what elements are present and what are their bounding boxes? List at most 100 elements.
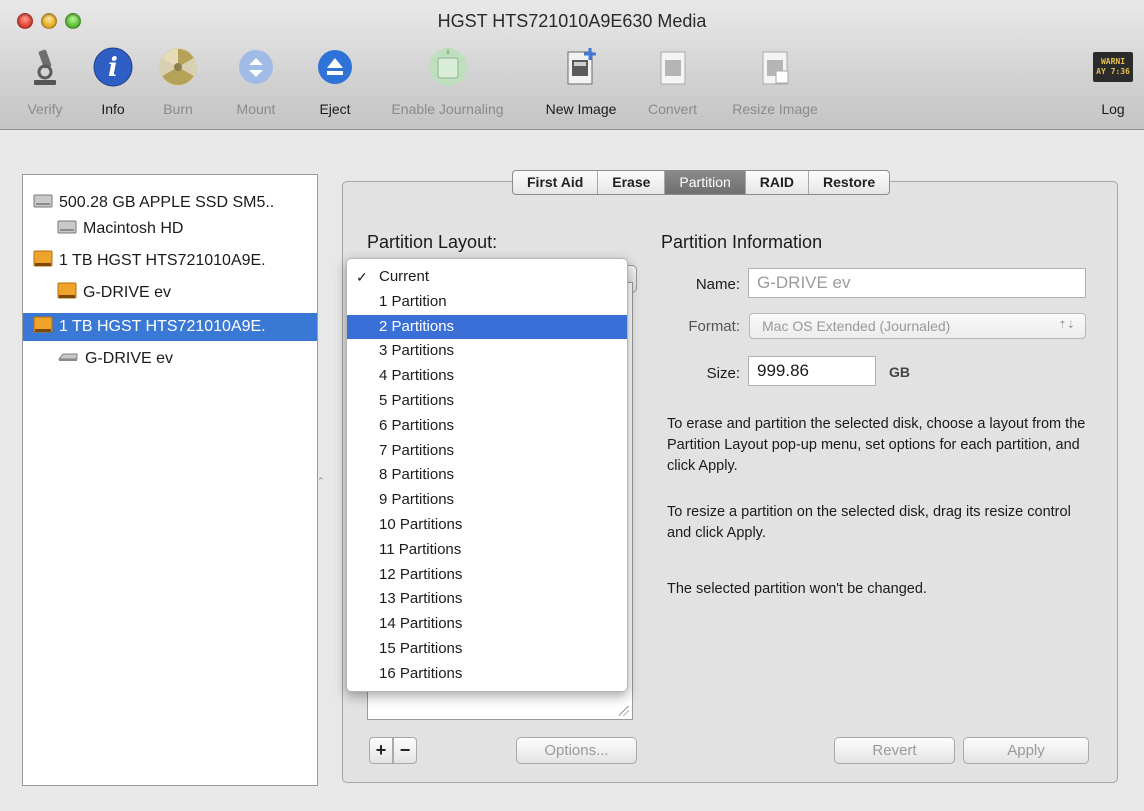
mount-tool-button[interactable]: Mount bbox=[226, 46, 286, 126]
resize-instructions: To resize a partition on the selected di… bbox=[667, 504, 1071, 541]
tab-raid[interactable]: RAID bbox=[746, 171, 810, 194]
eject-label: Eject bbox=[319, 101, 351, 117]
convert-icon bbox=[652, 46, 694, 88]
partition-info-title: Partition Information bbox=[661, 232, 823, 252]
sidebar-item-label: 1 TB HGST HTS721010A9E. bbox=[59, 252, 266, 269]
volume-orange-icon bbox=[57, 282, 77, 305]
unmounted-volume-icon bbox=[57, 350, 79, 368]
external-disk-icon bbox=[33, 250, 53, 273]
sidebar-item-apple-ssd[interactable]: 500.28 GB APPLE SSD SM5.. bbox=[23, 189, 317, 217]
enable-journaling-tool-button[interactable]: Enable Journaling bbox=[375, 46, 520, 126]
info-icon: i bbox=[92, 46, 134, 88]
menu-item-14-partitions[interactable]: 14 Partitions bbox=[347, 612, 627, 637]
disk-utility-window: HGST HTS721010A9E630 Media Verify i Info bbox=[0, 0, 1144, 811]
sidebar-item-g-drive-2[interactable]: G-DRIVE ev bbox=[23, 345, 317, 373]
log-badge-line1: WARNI bbox=[1101, 57, 1125, 66]
menu-item-16-partitions[interactable]: 16 Partitions bbox=[347, 662, 627, 687]
log-console-icon: WARNI AY 7:36 bbox=[1092, 46, 1134, 88]
sidebar-item-hgst-disk-2[interactable]: 1 TB HGST HTS721010A9E. bbox=[23, 313, 317, 341]
menu-item-15-partitions[interactable]: 15 Partitions bbox=[347, 637, 627, 662]
partition-layout-title: Partition Layout: bbox=[367, 232, 498, 252]
resize-image-tool-button[interactable]: Resize Image bbox=[720, 46, 830, 126]
sidebar-item-label: G-DRIVE ev bbox=[83, 284, 172, 301]
tab-partition[interactable]: Partition bbox=[665, 171, 746, 194]
size-unit: GB bbox=[889, 364, 910, 380]
format-value: Mac OS Extended (Journaled) bbox=[762, 318, 951, 334]
menu-item-current[interactable]: ✓ Current bbox=[347, 265, 627, 290]
resize-image-icon bbox=[754, 46, 796, 88]
mount-label: Mount bbox=[236, 101, 276, 117]
menu-item-1-partition[interactable]: 1 Partition bbox=[347, 290, 627, 315]
tab-restore[interactable]: Restore bbox=[809, 171, 889, 194]
menu-item-3-partitions[interactable]: 3 Partitions bbox=[347, 339, 627, 364]
size-field[interactable]: 999.86 bbox=[748, 356, 876, 386]
info-tool-button[interactable]: i Info bbox=[88, 46, 138, 126]
log-tool-button[interactable]: WARNI AY 7:36 Log bbox=[1092, 46, 1134, 126]
erase-instructions: To erase and partition the selected disk… bbox=[667, 416, 1086, 474]
mount-icon bbox=[235, 46, 277, 88]
convert-tool-button[interactable]: Convert bbox=[640, 46, 705, 126]
resize-grip-icon[interactable] bbox=[619, 706, 629, 716]
checkmark-icon: ✓ bbox=[356, 269, 368, 285]
internal-disk-icon bbox=[33, 193, 53, 214]
enable-journaling-label: Enable Journaling bbox=[391, 101, 504, 117]
new-image-icon bbox=[560, 46, 602, 88]
external-disk-icon bbox=[33, 316, 53, 339]
menu-item-9-partitions[interactable]: 9 Partitions bbox=[347, 488, 627, 513]
log-label: Log bbox=[1101, 101, 1125, 117]
convert-label: Convert bbox=[647, 101, 698, 117]
new-image-tool-button[interactable]: New Image bbox=[535, 46, 627, 126]
format-select[interactable]: Mac OS Extended (Journaled) ⇡⇣ bbox=[749, 313, 1086, 339]
sidebar-item-label: 500.28 GB APPLE SSD SM5.. bbox=[59, 194, 275, 211]
remove-partition-button[interactable]: − bbox=[393, 737, 417, 764]
name-field[interactable]: G-DRIVE ev bbox=[748, 268, 1086, 298]
menu-item-5-partitions[interactable]: 5 Partitions bbox=[347, 389, 627, 414]
sidebar-item-label: G-DRIVE ev bbox=[85, 350, 174, 367]
apply-button[interactable]: Apply bbox=[963, 737, 1089, 764]
sidebar-item-g-drive-1[interactable]: G-DRIVE ev bbox=[23, 279, 317, 307]
disk-sidebar[interactable]: 500.28 GB APPLE SSD SM5.. Macintosh HD 1… bbox=[22, 174, 318, 786]
sidebar-item-macintosh-hd[interactable]: Macintosh HD bbox=[23, 215, 317, 243]
add-partition-button[interactable]: + bbox=[369, 737, 393, 764]
eject-icon bbox=[314, 46, 356, 88]
log-badge-line2: AY 7:36 bbox=[1096, 67, 1130, 76]
menu-item-6-partitions[interactable]: 6 Partitions bbox=[347, 414, 627, 439]
volume-icon bbox=[57, 219, 77, 240]
tab-erase[interactable]: Erase bbox=[598, 171, 666, 194]
resize-image-label: Resize Image bbox=[732, 101, 818, 117]
format-label: Format: bbox=[688, 318, 740, 335]
tab-bar: First Aid Erase Partition RAID Restore bbox=[512, 170, 891, 195]
svg-text:i: i bbox=[108, 53, 118, 83]
menu-item-8-partitions[interactable]: 8 Partitions bbox=[347, 463, 627, 488]
window-title: HGST HTS721010A9E630 Media bbox=[437, 11, 707, 31]
partition-status-text: The selected partition won't be changed. bbox=[667, 581, 927, 597]
sidebar-item-hgst-disk-1[interactable]: 1 TB HGST HTS721010A9E. bbox=[23, 247, 317, 275]
tab-first-aid[interactable]: First Aid bbox=[513, 171, 599, 194]
menu-item-label: Current bbox=[379, 268, 430, 285]
menu-item-2-partitions[interactable]: 2 Partitions bbox=[347, 314, 627, 340]
radiation-icon bbox=[157, 46, 199, 88]
new-image-label: New Image bbox=[545, 101, 617, 117]
menu-item-12-partitions[interactable]: 12 Partitions bbox=[347, 563, 627, 588]
sidebar-item-label: 1 TB HGST HTS721010A9E. bbox=[59, 318, 266, 335]
menu-item-13-partitions[interactable]: 13 Partitions bbox=[347, 587, 627, 612]
partition-layout-menu[interactable]: ✓ Current 1 Partition 2 Partitions 3 Part… bbox=[346, 258, 628, 692]
burn-tool-button[interactable]: Burn bbox=[153, 46, 203, 126]
size-label: Size: bbox=[706, 365, 740, 382]
journaling-icon bbox=[427, 46, 469, 88]
info-label: Info bbox=[101, 101, 125, 117]
menu-item-4-partitions[interactable]: 4 Partitions bbox=[347, 364, 627, 389]
sidebar-item-label: Macintosh HD bbox=[83, 220, 184, 237]
name-label: Name: bbox=[695, 276, 740, 293]
revert-button[interactable]: Revert bbox=[834, 737, 955, 764]
eject-tool-button[interactable]: Eject bbox=[310, 46, 360, 126]
verify-tool-button[interactable]: Verify bbox=[20, 46, 70, 126]
menu-item-7-partitions[interactable]: 7 Partitions bbox=[347, 439, 627, 464]
verify-label: Verify bbox=[27, 101, 63, 117]
splitter-handle[interactable]: ⌃ bbox=[317, 476, 325, 487]
burn-label: Burn bbox=[163, 101, 193, 117]
options-button[interactable]: Options... bbox=[516, 737, 637, 764]
title-toolbar: HGST HTS721010A9E630 Media Verify i Info bbox=[0, 0, 1144, 130]
menu-item-11-partitions[interactable]: 11 Partitions bbox=[347, 538, 627, 563]
menu-item-10-partitions[interactable]: 10 Partitions bbox=[347, 513, 627, 538]
